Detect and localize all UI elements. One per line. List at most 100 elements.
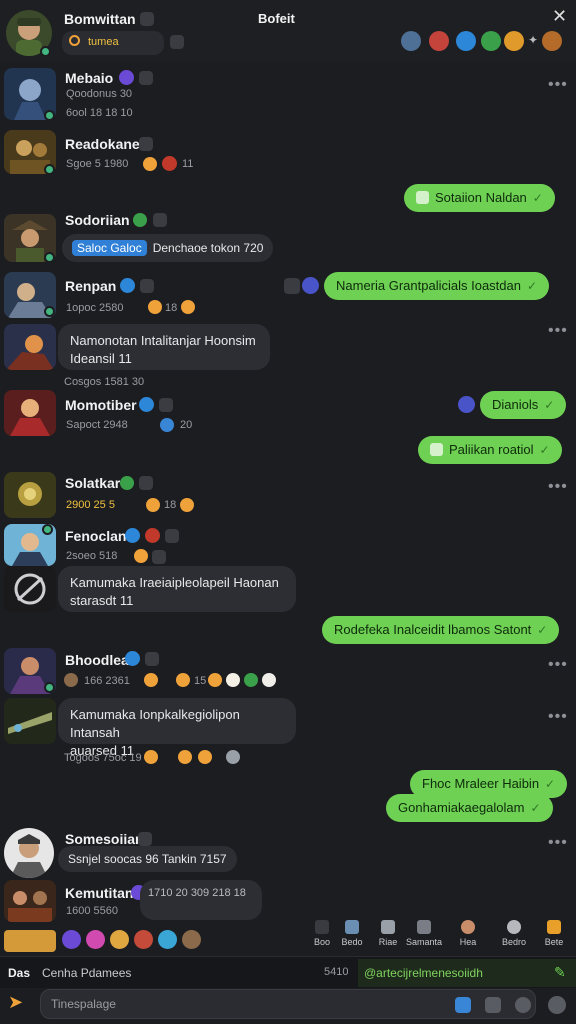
avatar-icon[interactable] (134, 930, 153, 949)
thread-subtitle: Qoodonus 30 (66, 88, 133, 100)
outgoing-message[interactable]: Rodefeka Inalceidit lbamos Satont ✓ (322, 616, 560, 644)
send-logo-icon[interactable]: ➤ (8, 992, 23, 1013)
tab-label: Hea (459, 937, 477, 947)
thread-meta: 18 (164, 499, 177, 511)
status-link[interactable]: @artecijrelmenesoiidh (364, 966, 483, 980)
status-link-box[interactable]: @artecijrelmenesoiidh ✎ (358, 959, 576, 987)
reaction-icon (178, 750, 192, 764)
avatar-icon[interactable] (86, 930, 105, 949)
profile-icon[interactable] (504, 31, 524, 51)
more-icon[interactable]: ••• (548, 478, 568, 496)
tab-hea[interactable]: Hea (448, 920, 488, 947)
home-icon (315, 920, 329, 934)
reaction-icon (226, 673, 240, 687)
online-indicator (40, 46, 51, 57)
reaction-icon (143, 157, 157, 171)
avatar-mini-icon (64, 673, 78, 687)
document-icon (417, 920, 431, 934)
outgoing-message[interactable]: Paliikan roatiol ✓ (418, 436, 562, 464)
tag-icon (139, 476, 153, 490)
status-icon[interactable] (481, 31, 501, 51)
thread-name: Renpan (65, 278, 117, 294)
camera-icon[interactable] (485, 997, 501, 1013)
tag-icon (159, 398, 173, 412)
close-icon[interactable]: ✕ (552, 6, 567, 27)
search-input[interactable]: tumea (88, 36, 119, 48)
thread-name: Fenoclan (65, 528, 127, 544)
reaction-icon (262, 673, 276, 687)
pin-icon[interactable] (401, 31, 421, 51)
thread-subtitle: 1opoc 2580 (66, 302, 124, 314)
tab-bedro[interactable]: Bedro (494, 920, 534, 947)
thread-meta: 6ool 18 18 10 (66, 107, 133, 119)
top-bar: Bomwittan tumea Bofeit ✕ ✦ (0, 0, 576, 62)
image-icon[interactable] (455, 997, 471, 1013)
reaction-icon (244, 673, 258, 687)
thread-avatar (4, 698, 56, 744)
thread-avatar (4, 880, 56, 922)
image-icon[interactable] (284, 278, 300, 294)
mic-icon[interactable] (548, 996, 566, 1014)
thread-preview: Ssnjel soocas 96 Tankin 7157 (58, 846, 237, 872)
timestamp: Cosgos 1581 30 (64, 376, 145, 388)
thread-subtitle: Sapoct 2948 (66, 419, 128, 431)
gift-icon[interactable]: ✦ (528, 33, 538, 47)
reaction-icon (133, 213, 147, 227)
status-prefix: Das (8, 966, 31, 980)
thread-subtitle: 166 2361 (84, 675, 130, 687)
search-box[interactable]: tumea (62, 31, 164, 55)
avatar-icon[interactable] (110, 930, 129, 949)
center-title: Bofeit (258, 11, 295, 26)
tab-riae[interactable]: Riae (368, 920, 408, 947)
thread-subtitle: Sgoe 5 1980 (66, 158, 129, 170)
more-icon[interactable]: ••• (548, 708, 568, 726)
read-receipt-icon: ✓ (526, 279, 538, 293)
more-icon[interactable]: ••• (548, 76, 568, 94)
search-icon (69, 35, 80, 46)
reaction-icon (176, 673, 190, 687)
message-text: Nameria Grantpalicials Ioastdan (336, 278, 521, 293)
mute-icon[interactable] (140, 12, 154, 26)
avatar-icon[interactable] (62, 930, 81, 949)
incoming-message[interactable]: Namonotan Intalitanjar Hoonsim Ideansil … (58, 324, 270, 370)
thread-meta: 1710 20 309 218 18 (140, 880, 262, 920)
tag-pill: Saloc Galoc (72, 240, 147, 256)
more-icon[interactable]: ••• (548, 834, 568, 852)
tab-bete[interactable]: Bete (534, 920, 574, 947)
more-icon[interactable]: ••• (548, 322, 568, 340)
tag-icon (140, 279, 154, 293)
share-icon[interactable] (458, 396, 475, 413)
verified-icon (139, 397, 154, 412)
share-icon[interactable] (302, 277, 319, 294)
message-input[interactable]: Tinespalage (40, 989, 536, 1019)
incoming-message[interactable]: Kamumaka Ionpkalkegiolipon Intansah auar… (58, 698, 296, 758)
thread-subtitle: Denchaoe tokon 720 (152, 241, 264, 255)
tab-samanta[interactable]: Samanta (404, 920, 444, 947)
read-receipt-icon: ✓ (545, 777, 556, 791)
reaction-icon (134, 549, 148, 563)
outgoing-message[interactable]: Gonhamiakaegalolam ✓ (386, 794, 553, 822)
tag-icon (139, 137, 153, 151)
more-icon[interactable]: ••• (548, 656, 568, 674)
avatar-icon[interactable] (158, 930, 177, 949)
avatar-icon[interactable] (4, 930, 56, 952)
header-title: Bomwittan (64, 11, 136, 27)
thread-name: Momotiber (65, 397, 137, 413)
verified-icon (119, 70, 134, 85)
outgoing-message[interactable]: Sotaiion Naldan ✓ (404, 184, 555, 212)
game-icon[interactable] (429, 31, 449, 51)
message-text: Paliikan roatiol (449, 442, 534, 457)
emoji-icon[interactable] (515, 997, 531, 1013)
tag-icon (145, 652, 159, 666)
thread-name: Somesoiian (65, 831, 144, 847)
avatar-icon[interactable] (542, 31, 562, 51)
outgoing-message[interactable]: Dianiols ✓ (480, 391, 567, 419)
avatar-icon[interactable] (182, 930, 201, 949)
filter-icon[interactable] (170, 35, 184, 49)
app-icon[interactable] (456, 31, 476, 51)
tab-bedo[interactable]: Bedo (332, 920, 372, 947)
edit-icon[interactable]: ✎ (554, 964, 566, 981)
incoming-message[interactable]: Kamumaka Iraeiaipleolapeil Haonan staras… (58, 566, 296, 612)
outgoing-message[interactable]: Nameria Grantpalicials Ioastdan ✓ (324, 272, 550, 300)
message-text: Fhoc Mraleer Haibin (422, 776, 540, 791)
